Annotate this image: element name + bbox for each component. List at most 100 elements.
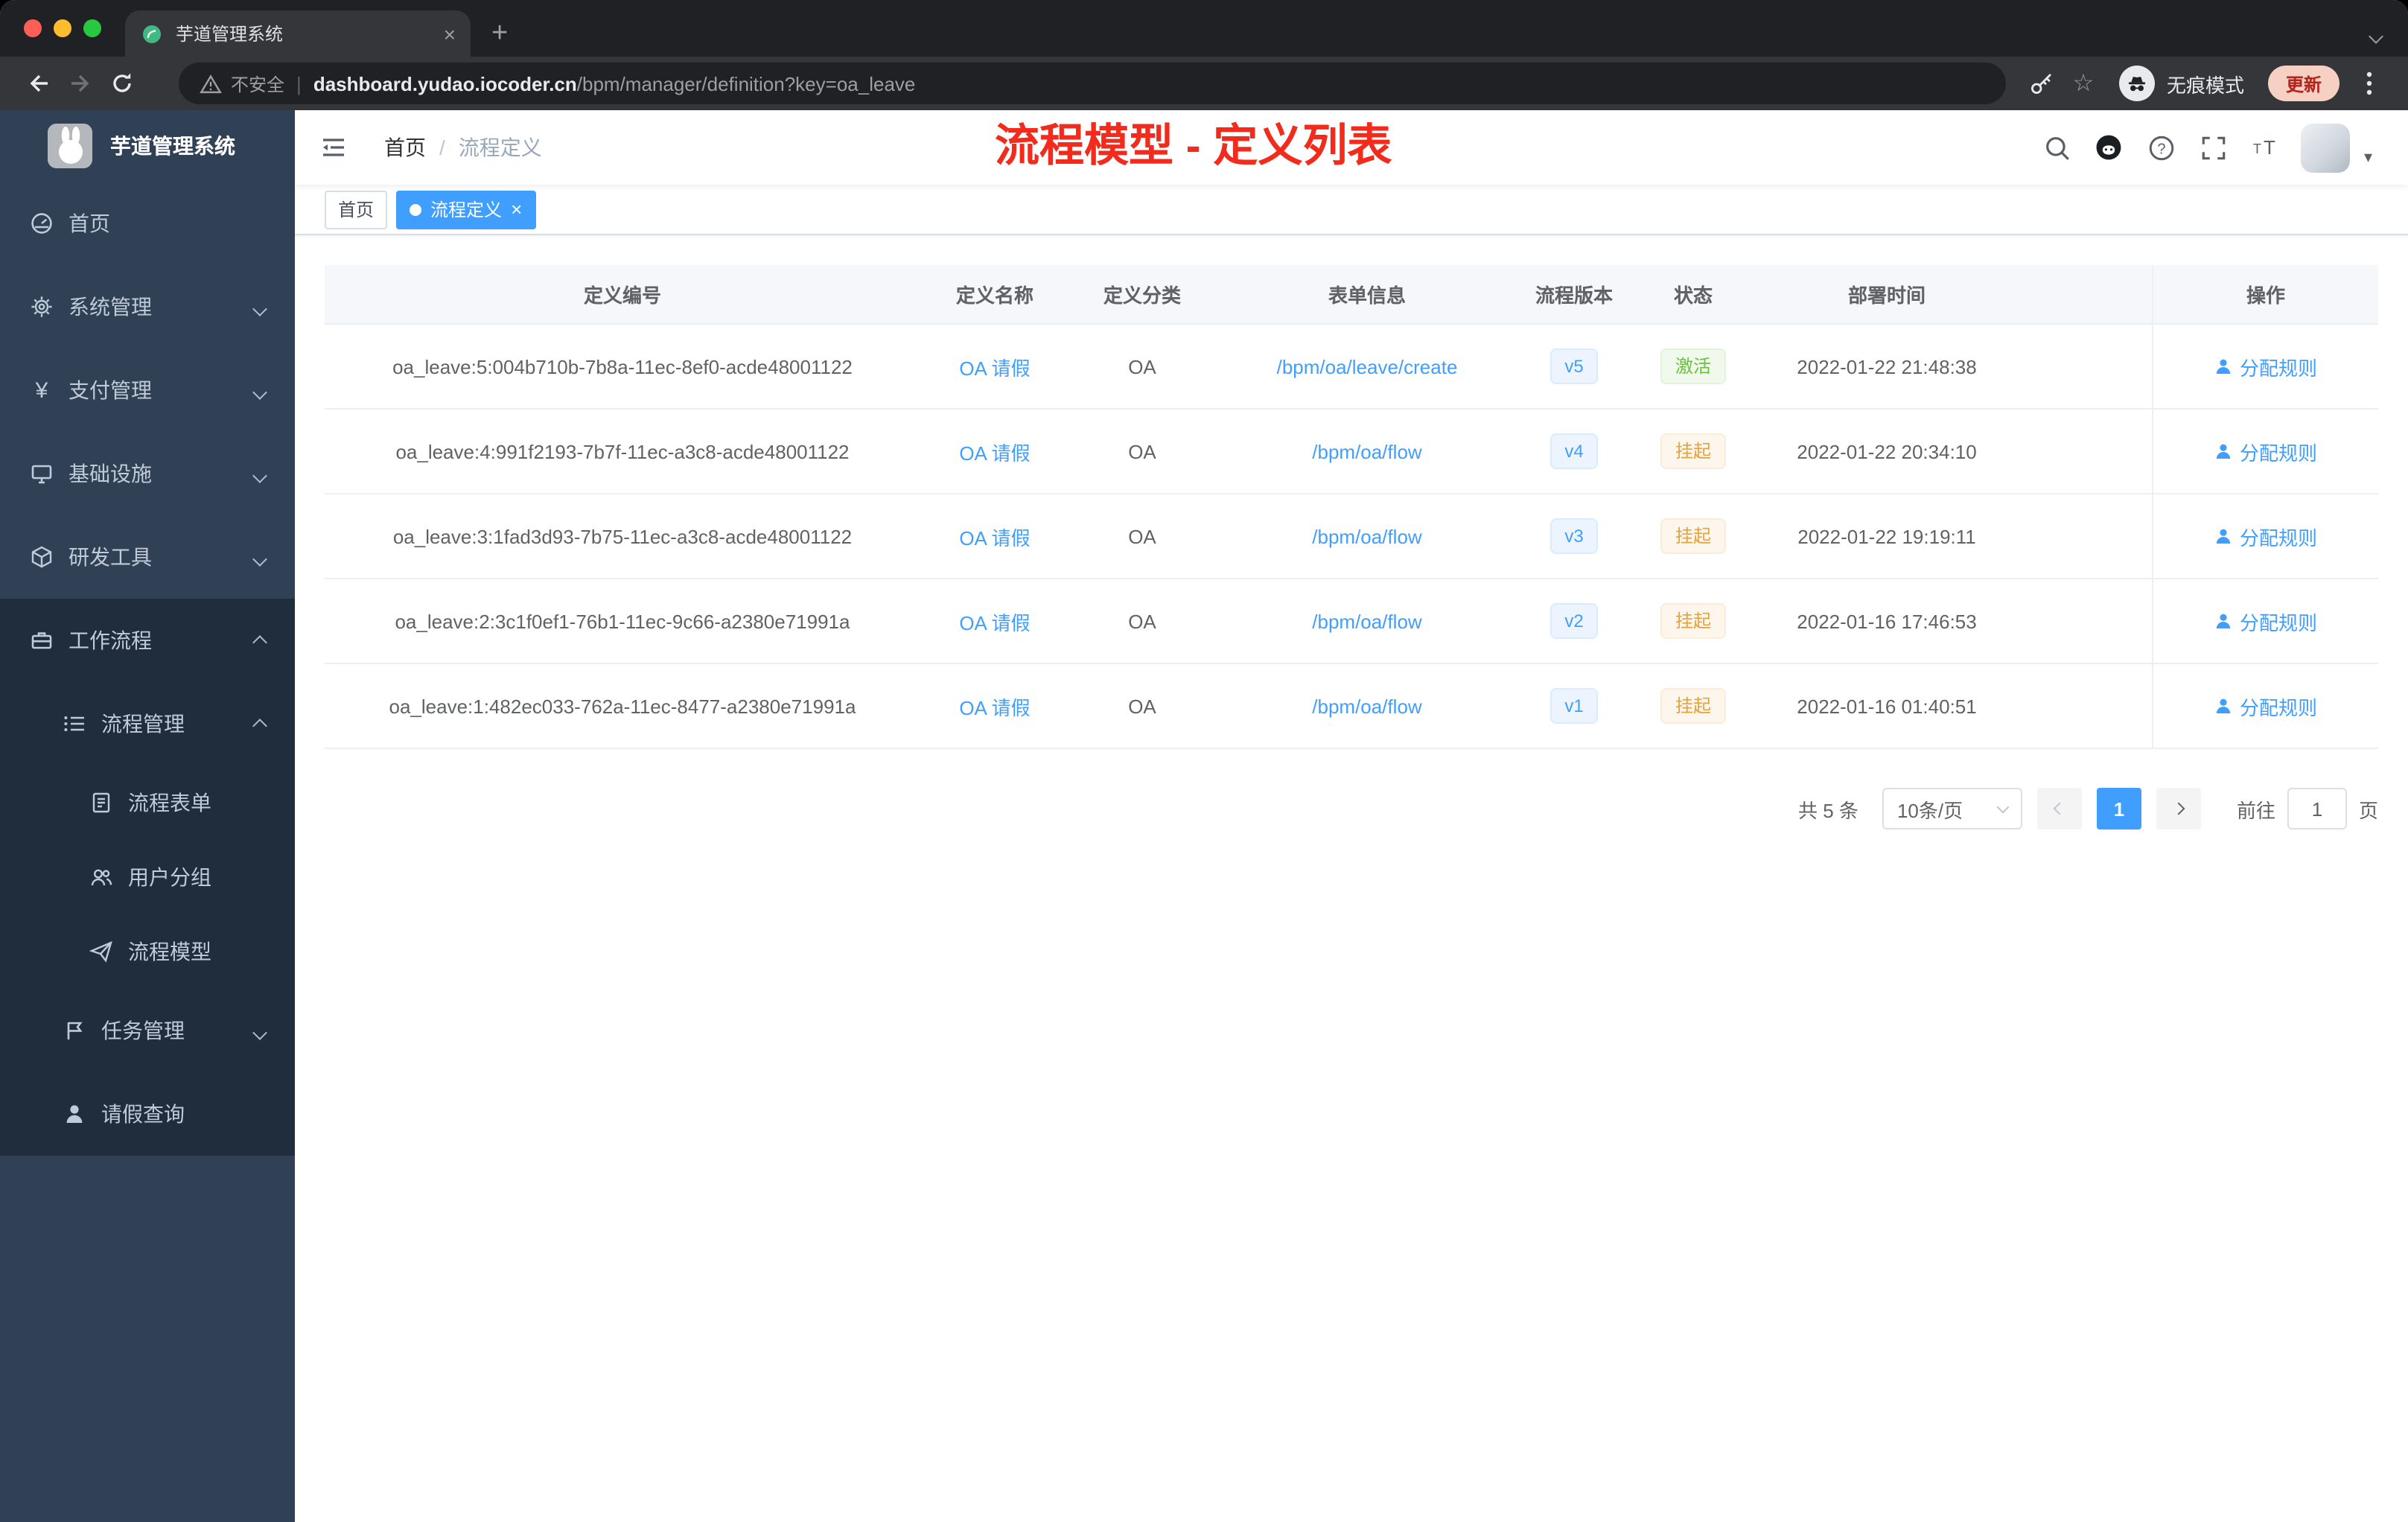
col-header: 操作 <box>2152 265 2378 323</box>
password-key-icon[interactable] <box>2021 63 2063 104</box>
user-avatar[interactable] <box>2301 123 2351 172</box>
sidebar-item-infra[interactable]: 基础设施 <box>0 432 295 515</box>
table-row: oa_leave:2:3c1f0ef1-76b1-11ec-9c66-a2380… <box>325 579 2378 664</box>
fullscreen-icon[interactable] <box>2197 131 2230 164</box>
dashboard-icon <box>30 211 54 235</box>
reload-icon[interactable] <box>101 63 143 104</box>
gear-icon <box>30 295 54 319</box>
assign-rule-link[interactable]: 分配规则 <box>2214 522 2317 550</box>
form-link[interactable]: /bpm/oa/flow <box>1312 440 1421 462</box>
paper-plane-icon <box>89 940 113 964</box>
breadcrumb-home[interactable]: 首页 <box>384 133 426 162</box>
assign-rule-link[interactable]: 分配规则 <box>2214 692 2317 720</box>
definition-name-link[interactable]: OA 请假 <box>959 522 1030 550</box>
warning-triangle-icon <box>200 74 222 93</box>
tab-close-icon[interactable]: × <box>444 23 456 44</box>
window-close-button[interactable] <box>24 19 42 37</box>
forward-icon[interactable] <box>60 63 101 104</box>
definition-name-link[interactable]: OA 请假 <box>959 437 1030 465</box>
svg-text:?: ? <box>2157 140 2165 156</box>
person-icon <box>2216 698 2231 713</box>
list-icon <box>63 712 86 736</box>
window-minimize-button[interactable] <box>54 19 71 37</box>
flag-icon <box>63 1019 86 1042</box>
sidebar-item-process-model[interactable]: 流程模型 <box>0 914 295 989</box>
sidebar-item-dev[interactable]: 研发工具 <box>0 515 295 599</box>
sidebar-item-task-mgmt[interactable]: 任务管理 <box>0 989 295 1072</box>
sidebar-item-leave-query[interactable]: 请假查询 <box>0 1072 295 1156</box>
new-tab-button[interactable]: + <box>491 19 508 48</box>
sidebar-item-home[interactable]: 首页 <box>0 182 295 265</box>
next-page-button[interactable] <box>2156 788 2201 830</box>
avatar-caret-icon[interactable]: ▾ <box>2364 147 2372 172</box>
chevron-down-icon <box>252 1019 267 1042</box>
tag-home[interactable]: 首页 <box>325 190 388 229</box>
search-icon[interactable] <box>2041 131 2074 164</box>
definition-name-link[interactable]: OA 请假 <box>959 607 1030 635</box>
definition-name-link[interactable]: OA 请假 <box>959 692 1030 720</box>
version-badge: v5 <box>1549 348 1599 384</box>
goto-label: 前往 <box>2236 799 2275 821</box>
chevron-down-icon <box>252 545 267 569</box>
window-controls <box>0 19 125 37</box>
chevron-down-icon <box>252 295 267 319</box>
definition-category: OA <box>1128 610 1156 632</box>
goto-page-input[interactable] <box>2287 788 2347 830</box>
github-icon[interactable] <box>2093 131 2126 164</box>
browser-window: 芋道管理系统 × + 不安全 | dashboard.yudao.iocoder… <box>0 0 2408 1522</box>
col-header: 表单信息 <box>1328 284 1406 307</box>
yen-icon: ¥ <box>35 378 48 403</box>
sidebar-item-process-form[interactable]: 流程表单 <box>0 765 295 840</box>
update-button[interactable]: 更新 <box>2267 66 2339 101</box>
sidebar-item-system[interactable]: 系统管理 <box>0 265 295 348</box>
tag-close-icon[interactable]: × <box>511 200 522 219</box>
window-zoom-button[interactable] <box>83 19 101 37</box>
sidebar-item-process-mgmt[interactable]: 流程管理 <box>0 682 295 765</box>
page-unit-label: 页 <box>2358 799 2378 821</box>
page-size-select[interactable]: 10条/页 <box>1882 788 2022 830</box>
tag-process-definition[interactable]: 流程定义 × <box>396 190 536 229</box>
logo-avatar <box>48 124 92 168</box>
document-icon <box>89 791 113 815</box>
users-icon <box>89 865 113 889</box>
browser-tab[interactable]: 芋道管理系统 × <box>125 10 471 57</box>
svg-text:T: T <box>2264 136 2276 159</box>
font-size-icon[interactable]: TT <box>2249 131 2282 164</box>
bookmark-star-icon[interactable]: ☆ <box>2063 63 2104 104</box>
assign-rule-link[interactable]: 分配规则 <box>2214 352 2317 380</box>
assign-rule-link[interactable]: 分配规则 <box>2214 437 2317 465</box>
tab-favicon-icon <box>140 22 164 45</box>
deploy-time: 2022-01-16 01:40:51 <box>1797 695 1977 717</box>
table-row: oa_leave:1:482ec033-762a-11ec-8477-a2380… <box>325 664 2378 749</box>
workflow-section: 工作流程 流程管理 流程表单 用户分组 流程模型 任务管理 请假查询 <box>0 599 295 1156</box>
form-link[interactable]: /bpm/oa/flow <box>1312 610 1421 632</box>
url-text: dashboard.yudao.iocoder.cn/bpm/manager/d… <box>313 72 916 95</box>
chevron-up-icon <box>252 628 267 652</box>
incognito-icon <box>2118 66 2155 101</box>
form-link[interactable]: /bpm/oa/flow <box>1312 695 1421 717</box>
page-number-button[interactable]: 1 <box>2096 788 2141 830</box>
help-icon[interactable]: ? <box>2145 131 2178 164</box>
sidebar-collapse-icon[interactable] <box>316 130 351 165</box>
tab-search-chevron-icon[interactable] <box>2369 22 2383 49</box>
chevron-down-icon <box>252 378 267 402</box>
person-icon <box>63 1102 86 1126</box>
address-bar[interactable]: 不安全 | dashboard.yudao.iocoder.cn/bpm/man… <box>179 63 2006 104</box>
sidebar-item-pay[interactable]: ¥ 支付管理 <box>0 348 295 432</box>
status-badge: 挂起 <box>1660 433 1726 469</box>
sidebar-item-user-group[interactable]: 用户分组 <box>0 840 295 914</box>
svg-text:T: T <box>2254 141 2262 156</box>
col-header: 定义名称 <box>955 284 1033 307</box>
security-warning[interactable]: 不安全 <box>200 71 284 96</box>
sidebar-item-workflow[interactable]: 工作流程 <box>0 599 295 682</box>
form-link[interactable]: /bpm/oa/leave/create <box>1277 355 1458 378</box>
person-icon <box>2216 444 2231 459</box>
form-link[interactable]: /bpm/oa/flow <box>1312 525 1421 547</box>
assign-rule-link[interactable]: 分配规则 <box>2214 607 2317 635</box>
back-icon[interactable] <box>18 63 60 104</box>
prev-page-button[interactable] <box>2036 788 2082 830</box>
menu-dots-icon[interactable] <box>2348 63 2390 104</box>
page-annotation: 流程模型 - 定义列表 <box>995 122 1392 171</box>
definition-name-link[interactable]: OA 请假 <box>959 352 1030 380</box>
table-row: oa_leave:3:1fad3d93-7b75-11ec-a3c8-acde4… <box>325 494 2378 579</box>
